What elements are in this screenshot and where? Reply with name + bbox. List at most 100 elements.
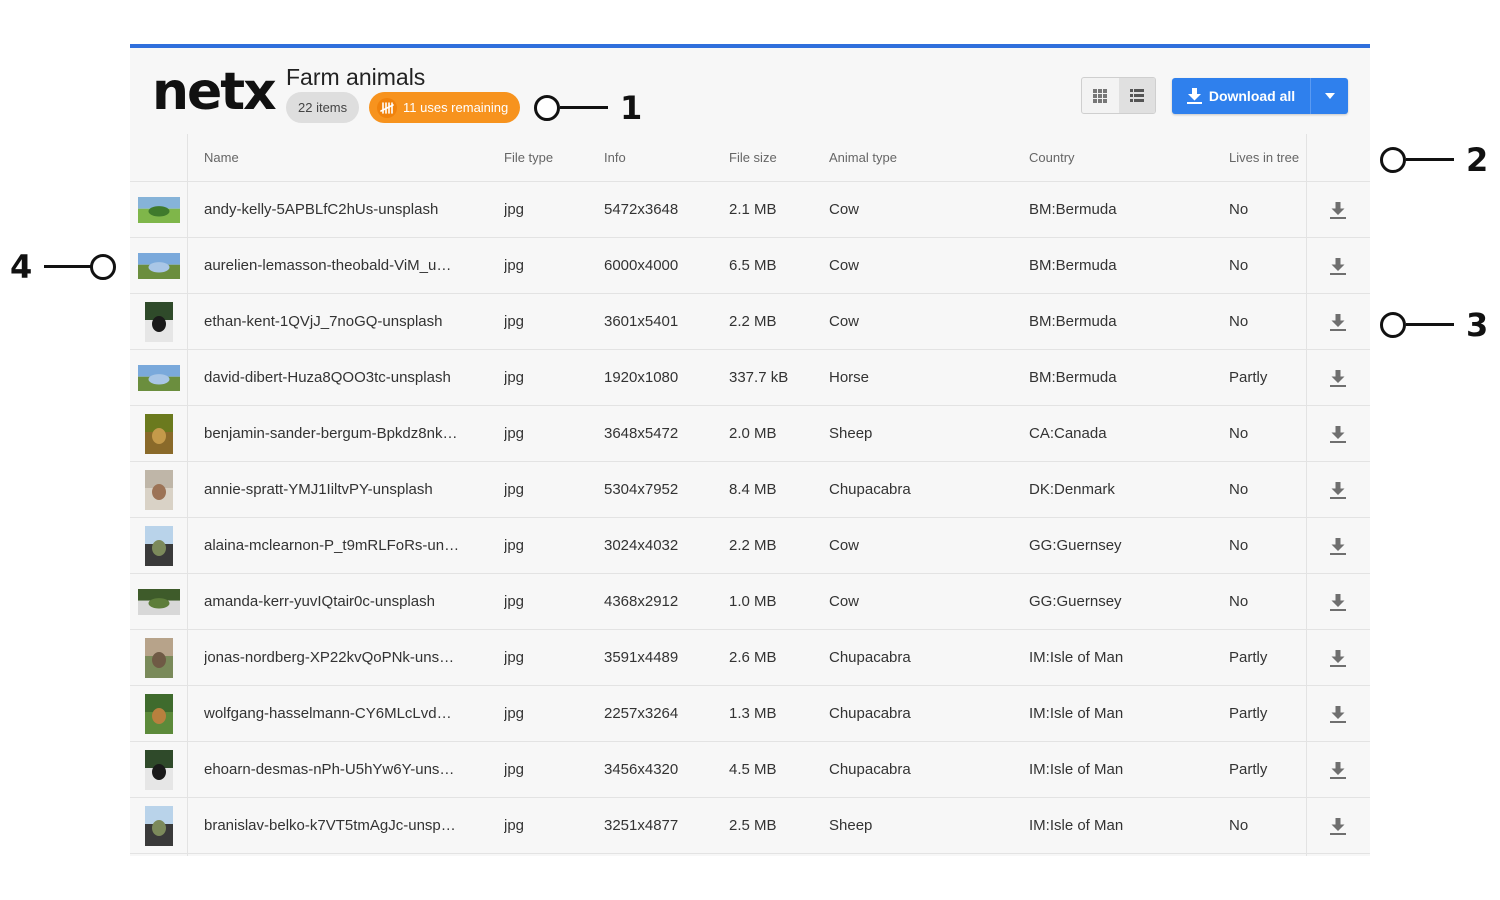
thumbnail[interactable] [136, 302, 181, 342]
download-button[interactable] [1328, 592, 1348, 612]
cell-lives-in-tree: Partly [1229, 369, 1268, 386]
cell-name[interactable]: ethan-kent-1QVjJ_7noGQ-unsplash [204, 294, 484, 349]
table-row[interactable]: alaina-mclearnon-P_t9mRLFoRs-un… jpg 3024x… [130, 518, 1370, 574]
cell-animal-type: Sheep [829, 817, 873, 834]
cell-name[interactable]: benjamin-sander-bergum-Bpkdz8nk… [204, 406, 484, 461]
cell-name[interactable]: alaina-mclearnon-P_t9mRLFoRs-un… [204, 518, 484, 573]
download-button[interactable] [1328, 816, 1348, 836]
download-button[interactable] [1328, 648, 1348, 668]
grid-view-button[interactable] [1082, 78, 1119, 113]
download-button[interactable] [1328, 256, 1348, 276]
thumbnail[interactable] [136, 582, 181, 622]
download-button[interactable] [1328, 480, 1348, 500]
column-header-info[interactable]: Info [604, 134, 626, 182]
thumbnail[interactable] [136, 190, 181, 230]
cell-name[interactable]: wolfgang-hasselmann-CY6MLcLvd… [204, 686, 484, 741]
grid-view-icon [1093, 88, 1108, 103]
cell-info: 6000x4000 [604, 257, 679, 274]
callout-1-line [560, 106, 608, 109]
table-row[interactable]: branislav-belko-k7VT5tmAgJc-unsp… jpg 3251… [130, 798, 1370, 854]
cell-info: 3251x4877 [604, 817, 679, 834]
download-button[interactable] [1328, 760, 1348, 780]
cell-name[interactable]: annie-spratt-YMJ1IiltvPY-unsplash [204, 462, 484, 517]
cell-name[interactable]: andy-kelly-5APBLfC2hUs-unsplash [204, 182, 484, 237]
cell-country: IM:Isle of Man [1029, 705, 1124, 722]
list-view-button[interactable] [1118, 78, 1155, 113]
thumbnail-image [137, 197, 180, 223]
cell-info: 3024x4032 [604, 537, 679, 554]
cell-file-size: 2.1 MB [729, 201, 777, 218]
cell-name[interactable]: amanda-kerr-yuvIQtair0c-unsplash [204, 574, 484, 629]
cell-name[interactable]: david-dibert-Huza8QOO3tc-unsplash [204, 350, 484, 405]
cell-file-size: 1.3 MB [729, 705, 777, 722]
column-header-lives-in-tree[interactable]: Lives in tree [1229, 134, 1299, 182]
download-button[interactable] [1328, 704, 1348, 724]
column-header-name[interactable]: Name [204, 134, 239, 182]
collection-title: Farm animals [286, 64, 426, 90]
table-row[interactable]: amanda-kerr-yuvIQtair0c-unsplash jpg 4368x… [130, 574, 1370, 630]
thumbnail[interactable] [136, 358, 181, 398]
callout-1-number: 1 [620, 89, 643, 127]
download-button[interactable] [1328, 312, 1348, 332]
cell-file-type: jpg [504, 761, 525, 778]
download-icon [1330, 705, 1346, 723]
cell-animal-type: Cow [829, 313, 860, 330]
download-button[interactable] [1328, 200, 1348, 220]
thumbnail[interactable] [136, 694, 181, 734]
cell-animal-type: Chupacabra [829, 481, 911, 498]
column-header-file-type[interactable]: File type [504, 134, 553, 182]
download-icon [1186, 88, 1202, 104]
cell-info: 3456x4320 [604, 761, 679, 778]
thumbnail-image [144, 806, 173, 846]
thumbnail[interactable] [136, 246, 181, 286]
cell-name[interactable]: aurelien-lemasson-theobald-ViM_u… [204, 238, 484, 293]
download-button[interactable] [1328, 424, 1348, 444]
table-row[interactable]: david-dibert-Huza8QOO3tc-unsplash jpg 1920… [130, 350, 1370, 406]
column-header-animal-type[interactable]: Animal type [829, 134, 897, 182]
table-row[interactable]: benjamin-sander-bergum-Bpkdz8nk… jpg 3648x… [130, 406, 1370, 462]
table-row[interactable]: andy-kelly-5APBLfC2hUs-unsplash jpg 5472x3… [130, 182, 1370, 238]
column-header-country[interactable]: Country [1029, 134, 1075, 182]
table-row[interactable]: ehoarn-desmas-nPh-U5hYw6Y-uns… jpg 3456x43… [130, 742, 1370, 798]
cell-animal-type: Cow [829, 537, 860, 554]
cell-info: 4368x2912 [604, 593, 679, 610]
cell-file-size: 8.4 MB [729, 481, 777, 498]
cell-name[interactable]: ehoarn-desmas-nPh-U5hYw6Y-uns… [204, 742, 484, 797]
thumbnail-image [137, 253, 180, 279]
download-icon [1330, 257, 1346, 275]
callout-4-marker [90, 254, 116, 280]
callout-2-number: 2 [1466, 141, 1489, 179]
cell-file-size: 2.0 MB [729, 425, 777, 442]
thumbnail[interactable] [136, 414, 181, 454]
cell-country: GG:Guernsey [1029, 593, 1122, 610]
column-header-file-size[interactable]: File size [729, 134, 777, 182]
table-row[interactable]: jonas-nordberg-XP22kvQoPNk-uns… jpg 3591x4… [130, 630, 1370, 686]
uses-remaining-label: 11 uses remaining [403, 100, 509, 115]
download-options-dropdown[interactable] [1310, 78, 1348, 114]
cell-animal-type: Chupacabra [829, 649, 911, 666]
cell-file-size: 1.0 MB [729, 593, 777, 610]
download-all-button[interactable]: Download all [1172, 78, 1310, 114]
cell-country: IM:Isle of Man [1029, 761, 1124, 778]
table-row[interactable]: aurelien-lemasson-theobald-ViM_u… jpg 6000… [130, 238, 1370, 294]
table-row[interactable]: annie-spratt-YMJ1IiltvPY-unsplash jpg 5304… [130, 462, 1370, 518]
cell-file-type: jpg [504, 537, 525, 554]
table-row[interactable]: ethan-kent-1QVjJ_7noGQ-unsplash jpg 3601x5… [130, 294, 1370, 350]
cell-name[interactable]: jonas-nordberg-XP22kvQoPNk-uns… [204, 630, 484, 685]
download-button[interactable] [1328, 368, 1348, 388]
caret-down-icon [1324, 93, 1335, 99]
thumbnail[interactable] [136, 806, 181, 846]
download-button[interactable] [1328, 536, 1348, 556]
download-icon [1330, 313, 1346, 331]
cell-file-size: 337.7 kB [729, 369, 789, 386]
thumbnail[interactable] [136, 638, 181, 678]
thumbnail[interactable] [136, 750, 181, 790]
thumbnail-image [144, 638, 173, 678]
download-icon [1330, 649, 1346, 667]
cell-name[interactable]: branislav-belko-k7VT5tmAgJc-unsp… [204, 798, 484, 853]
thumbnail[interactable] [136, 526, 181, 566]
cell-file-type: jpg [504, 817, 525, 834]
table-row[interactable]: wolfgang-hasselmann-CY6MLcLvd… jpg 2257x32… [130, 686, 1370, 742]
view-toggle [1081, 77, 1156, 114]
thumbnail[interactable] [136, 470, 181, 510]
